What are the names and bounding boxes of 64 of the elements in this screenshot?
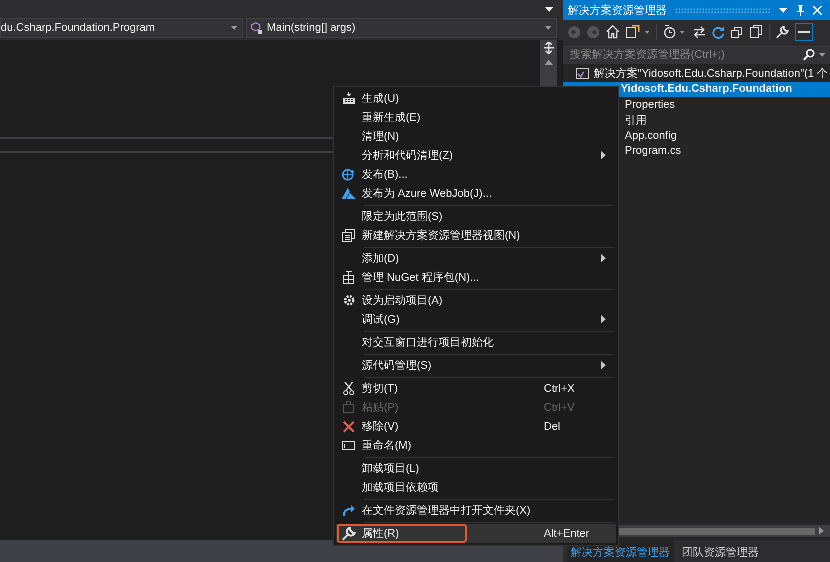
- menu-item[interactable]: 分析和代码清理(Z): [336, 146, 616, 165]
- menu-item[interactable]: 剪切(T) Ctrl+X: [336, 379, 616, 398]
- menu-item[interactable]: 添加(D): [336, 249, 616, 268]
- dropdown-icon: [231, 26, 238, 30]
- submenu-arrow-icon: [601, 361, 606, 370]
- menu-item[interactable]: 调试(G): [336, 310, 616, 329]
- menu-item[interactable]: 新建解决方案资源管理器视图(N): [336, 226, 616, 245]
- wrench-icon[interactable]: [776, 26, 789, 38]
- menu-item[interactable]: 发布(B)...: [336, 165, 616, 184]
- menu-item[interactable]: 在文件资源管理器中打开文件夹(X): [336, 501, 616, 520]
- preview-button[interactable]: [795, 23, 813, 41]
- rename-icon: [342, 440, 356, 450]
- sync-icon[interactable]: [626, 25, 650, 39]
- dropdown-icon: [819, 52, 826, 56]
- tree-item[interactable]: 解决方案"Yidosoft.Edu.Csharp.Foundation"(1 个: [563, 66, 830, 82]
- scissors-icon: [343, 382, 355, 396]
- files-icon[interactable]: [750, 25, 763, 39]
- submenu-arrow-icon: [601, 254, 606, 263]
- menu-item[interactable]: 清理(N): [336, 127, 616, 146]
- dropdown-icon[interactable]: [545, 6, 554, 12]
- menu-item[interactable]: 源代码管理(S): [336, 356, 616, 375]
- panel-title: 解决方案资源管理器: [568, 4, 667, 18]
- panel-tab[interactable]: 团队资源管理器: [678, 540, 763, 562]
- split-icon[interactable]: [542, 42, 554, 54]
- menu-item[interactable]: 发布为 Azure WebJob(J)...: [336, 184, 616, 203]
- package-icon: [343, 270, 355, 284]
- dropdown-icon: [545, 26, 552, 30]
- member-combo[interactable]: Main(string[] args): [246, 18, 557, 38]
- search-icon: [803, 48, 815, 60]
- windows-icon: [342, 228, 356, 242]
- collapse-icon[interactable]: [731, 26, 744, 38]
- method-icon: [250, 21, 264, 35]
- clipboard-icon: [343, 401, 355, 414]
- solution-icon: [576, 68, 590, 80]
- menu-item[interactable]: 加载项目依赖项: [336, 478, 616, 497]
- scroll-thumb[interactable]: [618, 528, 815, 534]
- refresh-icon[interactable]: [712, 26, 725, 38]
- menu-item[interactable]: 移除(V) Del: [336, 417, 616, 436]
- settings-icon: [342, 294, 356, 307]
- cross-icon: [343, 420, 355, 432]
- scroll-up-icon[interactable]: [544, 60, 552, 65]
- menu-item[interactable]: 管理 NuGet 程序包(N)...: [336, 268, 616, 287]
- swap-icon[interactable]: [693, 26, 706, 38]
- globe-icon: [342, 168, 356, 182]
- wrench-icon: [342, 526, 356, 540]
- scroll-right-icon[interactable]: [819, 527, 824, 535]
- menu-item[interactable]: 设为启动项目(A): [336, 291, 616, 310]
- pin-icon[interactable]: [796, 4, 805, 16]
- submenu-arrow-icon: [601, 151, 606, 160]
- curved-arrow-icon: [342, 504, 356, 516]
- menu-item[interactable]: 属性(R) Alt+Enter: [336, 524, 616, 543]
- build-icon: [342, 92, 356, 105]
- type-combo[interactable]: du.Csharp.Foundation.Program: [0, 18, 243, 38]
- history-icon[interactable]: [663, 25, 687, 39]
- close-icon[interactable]: [813, 6, 822, 14]
- preview-icon: [798, 30, 810, 34]
- menu-item[interactable]: 重命名(M): [336, 436, 616, 455]
- menu-item[interactable]: 限定为此范围(S): [336, 207, 616, 226]
- home-icon[interactable]: [606, 25, 620, 39]
- menu-item[interactable]: 对交互窗口进行项目初始化: [336, 333, 616, 352]
- azure-icon: [342, 188, 356, 200]
- submenu-arrow-icon: [601, 315, 606, 324]
- menu-item[interactable]: 重新生成(E): [336, 108, 616, 127]
- menu-item[interactable]: 卸载项目(L): [336, 459, 616, 478]
